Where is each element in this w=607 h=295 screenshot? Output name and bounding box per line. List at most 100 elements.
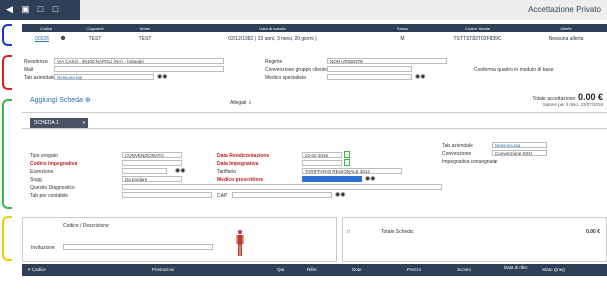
col-qta[interactable]: Qta	[277, 264, 284, 276]
blue-bracket	[2, 24, 12, 46]
attachment-icon: ⇓	[247, 100, 252, 106]
calendar-icon[interactable]	[344, 159, 350, 166]
binoculars-icon[interactable]: ◉◉	[157, 73, 167, 80]
top-toolbar: ◀ ▣ □ □ Accettazione Privato	[0, 0, 607, 20]
totale-scheda-label: Totale Scheda:	[381, 229, 415, 235]
medico-prescrittore-input[interactable]	[302, 176, 362, 182]
tipo-erogato-select[interactable]: CONVENZIONATO	[122, 152, 182, 158]
esenzione-input[interactable]	[122, 168, 167, 174]
residenza-label: Residenza	[24, 59, 48, 65]
conferma-quadro-label: Conferma quadro in modulo di base	[474, 67, 554, 73]
col-cognome: Cognome	[86, 26, 104, 31]
back-arrow-icon[interactable]: ◀	[4, 4, 15, 15]
body-figure-icon[interactable]	[236, 229, 244, 257]
tab-divider	[22, 128, 607, 129]
tab-aziendale-field[interactable]: Nessuna tag	[492, 142, 547, 148]
col-codice-fiscale: Codice fiscale	[465, 26, 490, 31]
add-scheda-button[interactable]: Aggiungi Scheda ⊕	[30, 96, 91, 104]
tab-aziendale-label: Tab aziendale	[442, 143, 473, 149]
medico-specialista-label: Medico specialista	[265, 75, 306, 81]
anagrafica-section: Residenza VIA CASO - 80100 NAPOLI (NA) -…	[22, 55, 607, 91]
data-impegnativa-input[interactable]	[302, 160, 342, 166]
regime-select[interactable]: NON URGENTE	[327, 58, 447, 64]
convenzione-gruppo-field[interactable]	[327, 66, 412, 72]
totale-scheda-marker[interactable]: □	[347, 229, 350, 235]
medico-specialista-field[interactable]	[327, 74, 412, 80]
tab-aziendale-field[interactable]: Nessuna tag	[54, 74, 154, 80]
ritiro-label: Salone per il ritiro:	[542, 102, 580, 107]
tipo-erogato-label: Tipo erogato	[30, 153, 58, 159]
col-sconto[interactable]: Sconto	[457, 264, 471, 276]
binoculars-icon[interactable]: ◉◉	[335, 191, 345, 198]
codici-box: Codice / Descrizione Invitazione	[22, 217, 337, 262]
allegati-button[interactable]: Allegati ⇓	[230, 100, 252, 106]
convenzione-label: Convenzione	[442, 151, 472, 157]
col-codice[interactable]: # Codice	[28, 264, 46, 276]
ritiro-value: 22/07/2016	[580, 102, 603, 107]
page: ◀ ▣ □ □ Accettazione Privato Codice Cogn…	[0, 0, 607, 295]
tab-contabile-input[interactable]	[122, 192, 212, 198]
data-rendicontazione-input[interactable]: 22-02-2016	[302, 152, 342, 158]
calendar-icon[interactable]	[344, 151, 350, 158]
col-rifer[interactable]: Rifer.	[307, 264, 318, 276]
totale-scheda-box: □ Totale Scheda: 0.00 €	[342, 217, 607, 262]
scheda-card: SCHEDA 1 x Tab aziendale Nessuna tag Con…	[22, 112, 607, 212]
patient-codice[interactable]: 00226	[22, 33, 62, 45]
close-icon[interactable]: x	[83, 118, 86, 128]
col-data-rifer[interactable]: Data di rifer.	[502, 265, 530, 277]
quesito-input[interactable]	[122, 184, 442, 190]
col-data-nascita: Data di nascita	[259, 26, 286, 31]
col-note[interactable]: Note	[352, 264, 362, 276]
patient-codice-fiscale: TSTTST82T02F839C	[453, 36, 502, 42]
mail-label: Mail	[24, 67, 34, 73]
invitazione-label: Invitazione	[31, 245, 55, 251]
binoculars-icon[interactable]: ◉◉	[365, 175, 375, 182]
codice-impegnativa-label: Codice impegnativa	[30, 161, 78, 167]
sogg-label: Sogg.	[30, 177, 44, 183]
document-icon[interactable]: ▣	[20, 4, 31, 15]
impegnativa-label: Impegnativa consegnata	[442, 159, 497, 165]
col-stato[interactable]: Stato Qneg	[542, 264, 565, 276]
invitazione-input[interactable]	[63, 244, 213, 250]
tab-scheda-label: SCHEDA 1	[34, 120, 59, 126]
esenzione-label: Esenzione	[30, 169, 54, 175]
window-title: Accettazione Privato	[528, 5, 601, 14]
yellow-bracket	[2, 216, 12, 261]
binoculars-icon[interactable]: ◉◉	[175, 167, 185, 174]
patient-avatar-icon: ☻	[59, 35, 67, 42]
codici-label: Codice / Descrizione	[63, 223, 109, 229]
residenza-select[interactable]: VIA CASO - 80100 NAPOLI (NA) - (Attuale)	[54, 58, 224, 64]
totals-panel: Totale accettazione: 0.00 € Salone per i…	[532, 92, 603, 107]
document-icon[interactable]: □	[35, 4, 46, 15]
medico-prescrittore-label: Medico prescrittore	[217, 177, 264, 183]
regime-label: Regime	[265, 59, 283, 65]
mail-input[interactable]	[54, 66, 224, 72]
data-impegnativa-label: Data Impegnativa	[217, 161, 259, 167]
tariffario-select[interactable]: TARIFFARIO REGIONALE 2012	[302, 168, 402, 174]
convenzione-select[interactable]: Convenzione SSN	[492, 150, 547, 156]
impegnativa-checkbox[interactable]: ✓	[494, 159, 498, 165]
data-rendicontazione-label: Data Rendicontazione	[217, 153, 270, 159]
col-sesso: Sesso	[396, 26, 409, 31]
patient-sesso: M	[400, 36, 405, 42]
toolbar-icon-strip: ◀ ▣ □ □	[0, 0, 80, 20]
col-codice: Codice	[39, 26, 53, 31]
body-section: Codice / Descrizione Invitazione □ Total…	[22, 217, 607, 262]
tab-scheda-1[interactable]: SCHEDA 1 x	[30, 118, 88, 128]
red-bracket	[2, 55, 12, 90]
sogg-select[interactable]: Da Evidare	[122, 176, 182, 182]
cap-input[interactable]	[232, 192, 332, 198]
col-prestazioni[interactable]: Prestazioni	[152, 264, 174, 276]
document-icon[interactable]: □	[50, 4, 61, 15]
codice-impegnativa-input[interactable]	[122, 160, 182, 166]
cap-label: CAP	[217, 193, 228, 199]
binoculars-icon[interactable]: ◉◉	[415, 73, 425, 80]
totale-accettazione-value: 0.00 €	[577, 92, 603, 102]
col-prezzo[interactable]: Prezzo	[407, 264, 421, 276]
totale-scheda-value: 0.00 €	[586, 229, 600, 235]
convenzione-gruppo-label: Convenzione gruppo cliente	[265, 67, 327, 73]
prestazioni-table-header: # Codice Prestazioni Qta Rifer. Note Pre…	[22, 264, 607, 276]
tab-aziendale-label: Tab aziendale	[24, 75, 55, 81]
col-allerte: Allerte	[560, 26, 572, 31]
green-bracket	[2, 99, 12, 209]
